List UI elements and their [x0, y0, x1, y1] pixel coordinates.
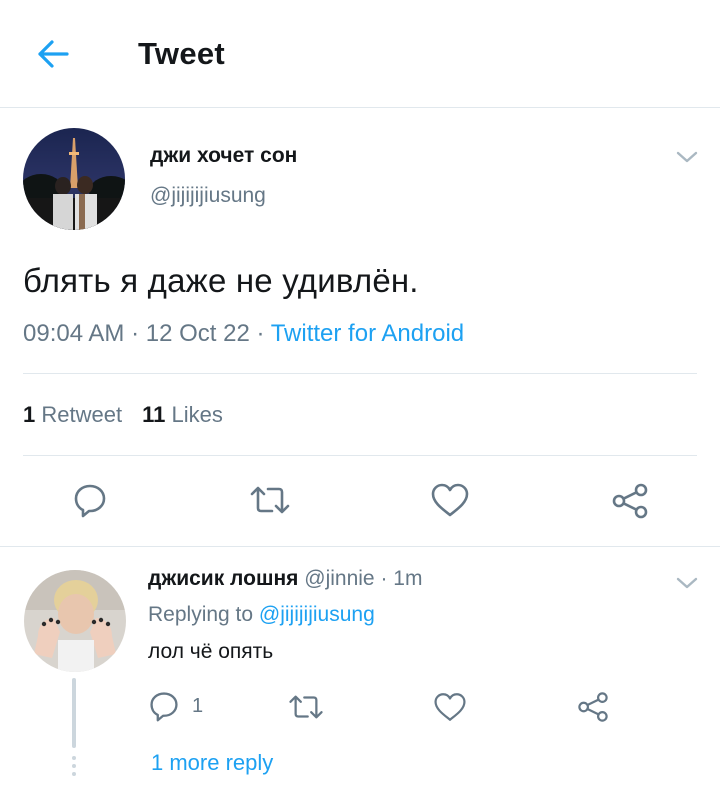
more-replies-link[interactable]: 1 more reply [151, 750, 273, 776]
author-name[interactable]: джи хочет сон [150, 144, 297, 168]
divider [23, 455, 697, 456]
likes-stat[interactable]: 11 Likes [142, 402, 223, 427]
reply-icon [74, 484, 106, 518]
tweet-stats: 1 Retweet 11 Likes [23, 402, 223, 428]
reply-author-handle[interactable]: @jinnie [304, 567, 374, 590]
reply-retweet-button[interactable] [287, 691, 325, 723]
reply-count: 1 [192, 694, 204, 717]
chevron-down-icon [676, 577, 698, 589]
retweet-label: Retweet [41, 402, 123, 427]
likes-label: Likes [171, 402, 223, 427]
tweet-source-link[interactable]: Twitter for Android [271, 320, 464, 347]
retweet-count: 1 [23, 402, 36, 427]
back-arrow-icon [38, 40, 69, 68]
thread-dot [72, 772, 76, 776]
like-icon [431, 483, 469, 517]
likes-count: 11 [142, 402, 166, 427]
tweet-meta: 09:04 AM · 12 Oct 22 · Twitter for Andro… [23, 320, 464, 348]
replying-to-handle[interactable]: @jijijijiusung [259, 603, 375, 626]
chevron-down-icon [676, 151, 698, 163]
page-title: Tweet [138, 36, 226, 71]
meta-separator: · [124, 320, 146, 347]
top-bar: Tweet [0, 0, 720, 108]
reply-time: 1m [393, 567, 423, 590]
tweet-time: 09:04 AM [23, 320, 125, 347]
thread-dot [72, 756, 76, 760]
thread-line [72, 678, 76, 748]
author-handle[interactable]: @jijijijiusung [150, 184, 266, 208]
retweet-icon [250, 486, 290, 514]
section-divider [0, 546, 720, 547]
share-button[interactable] [610, 482, 650, 520]
reply-author-line: джисик лошня @jinnie · 1m [148, 567, 422, 591]
reply-author-avatar[interactable] [24, 570, 126, 672]
retweet-icon [289, 695, 323, 719]
thread-dot [72, 764, 76, 768]
retweet-button[interactable] [248, 482, 292, 518]
share-icon [612, 483, 648, 519]
reply-options-button[interactable] [674, 574, 700, 592]
reply-author-name[interactable]: джисик лошня [148, 567, 298, 590]
reply-share-button[interactable] [576, 690, 610, 724]
like-icon [434, 693, 466, 721]
tweet-date: 12 Oct 22 [145, 320, 250, 347]
author-avatar[interactable] [23, 128, 125, 230]
divider [23, 373, 697, 374]
reply-reply-button[interactable]: 1 [148, 690, 203, 722]
tweet-text: блять я даже не удивлён. [23, 262, 419, 299]
replying-to-line: Replying to @jijijijiusung [148, 603, 375, 627]
like-button[interactable] [430, 482, 470, 518]
replying-prefix: Replying to [148, 603, 259, 626]
share-icon [578, 692, 608, 722]
tweet-options-button[interactable] [674, 148, 700, 166]
reply-button[interactable] [72, 482, 108, 518]
meta-separator: · [374, 567, 394, 590]
reply-like-button[interactable] [433, 691, 467, 723]
back-button[interactable] [32, 34, 74, 74]
retweets-stat[interactable]: 1 Retweet [23, 402, 122, 427]
reply-text: лол чё опять [148, 640, 274, 663]
meta-separator: · [249, 320, 271, 347]
reply-icon [150, 692, 178, 722]
